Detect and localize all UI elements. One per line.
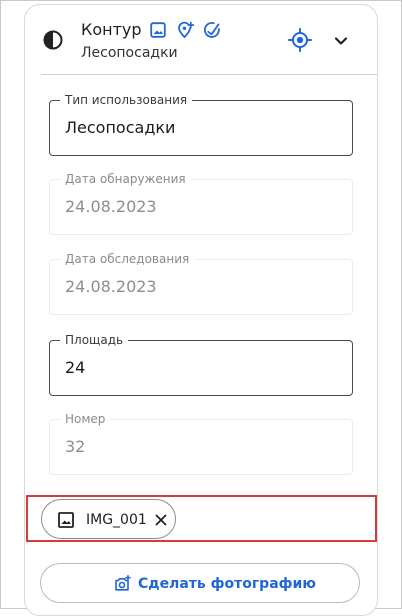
number-field: Номер 32 — [49, 411, 353, 475]
chevron-down-icon[interactable] — [331, 31, 351, 51]
image-icon — [57, 511, 75, 529]
card-header: Контур Лесопосадки — [25, 5, 377, 75]
area-field[interactable]: Площадь 24 — [49, 332, 353, 396]
header-divider — [41, 74, 377, 75]
inspection-date-field: Дата обследования 24.08.2023 — [49, 251, 353, 315]
field-value: 24.08.2023 — [65, 197, 157, 216]
field-label: Площадь — [60, 332, 129, 348]
field-label: Дата обнаружения — [60, 171, 191, 187]
card-subtitle: Лесопосадки — [81, 45, 178, 61]
field-value: 24 — [65, 358, 86, 377]
attachment-chip-label: IMG_001 — [86, 512, 147, 528]
field-label: Тип использования — [60, 92, 193, 108]
field-label: Дата обследования — [60, 251, 195, 267]
field-value: Лесопосадки — [65, 118, 176, 137]
detection-date-field: Дата обнаружения 24.08.2023 — [49, 171, 353, 235]
contrast-icon — [41, 28, 65, 52]
field-label: Номер — [60, 411, 111, 427]
edit-check-icon[interactable] — [203, 21, 221, 39]
camera-add-icon — [112, 574, 132, 594]
attachment-chip[interactable]: IMG_001 — [41, 499, 176, 539]
close-icon[interactable] — [152, 511, 170, 529]
field-value: 24.08.2023 — [65, 277, 157, 296]
image-icon[interactable] — [149, 21, 167, 39]
usage-type-field[interactable]: Тип использования Лесопосадки — [49, 92, 353, 156]
card-title: Контур — [81, 20, 142, 39]
location-add-icon[interactable] — [176, 21, 195, 39]
target-icon[interactable] — [287, 27, 313, 53]
field-value: 32 — [65, 437, 86, 456]
take-photo-label: Сделать фотографию — [138, 576, 316, 592]
take-photo-button[interactable]: Сделать фотографию — [40, 563, 360, 603]
